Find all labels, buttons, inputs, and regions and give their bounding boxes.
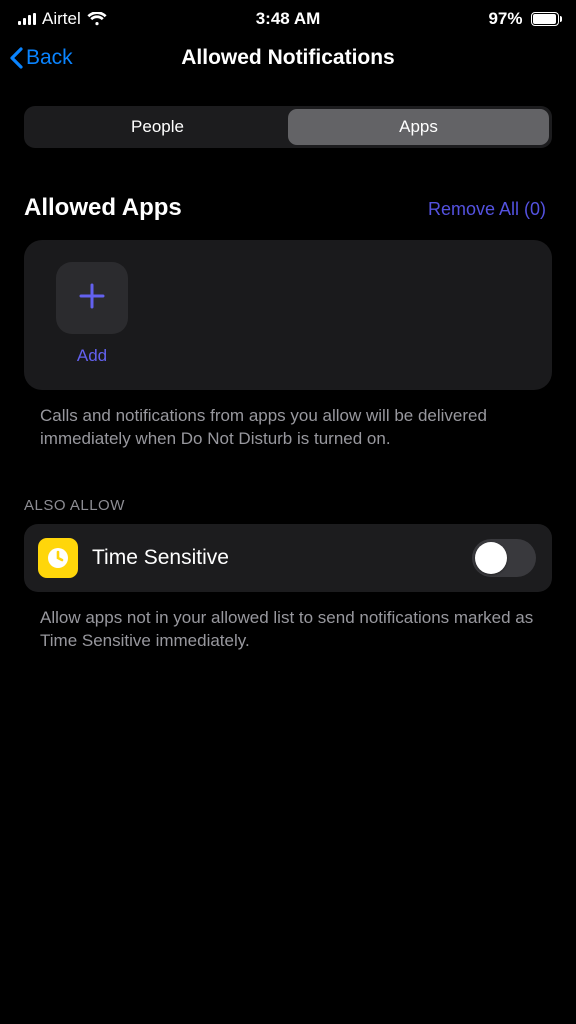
status-right: 97% <box>488 9 562 29</box>
carrier-label: Airtel <box>42 9 81 29</box>
allowed-apps-description: Calls and notifications from apps you al… <box>0 390 576 451</box>
status-bar: Airtel 3:48 AM 97% <box>0 0 576 34</box>
segmented-control: People Apps <box>24 106 552 148</box>
also-allow-header: ALSO ALLOW <box>0 451 576 524</box>
add-label: Add <box>77 346 107 366</box>
wifi-icon <box>87 12 107 26</box>
add-app-tile: Add <box>52 262 132 366</box>
status-left: Airtel <box>18 9 107 29</box>
time-sensitive-description: Allow apps not in your allowed list to s… <box>0 592 576 653</box>
clock-icon <box>38 538 78 578</box>
back-button[interactable]: Back <box>0 46 83 70</box>
time-sensitive-toggle[interactable] <box>472 539 536 577</box>
segmented-control-wrap: People Apps <box>0 82 576 148</box>
battery-percent: 97% <box>488 9 522 29</box>
segment-people[interactable]: People <box>27 109 288 145</box>
segment-people-label: People <box>131 117 184 137</box>
segment-apps-label: Apps <box>399 117 438 137</box>
time-sensitive-label: Time Sensitive <box>92 546 458 570</box>
toggle-knob <box>475 542 507 574</box>
time-sensitive-row: Time Sensitive <box>24 524 552 592</box>
plus-icon <box>75 279 109 318</box>
chevron-left-icon <box>8 46 24 70</box>
remove-all-button[interactable]: Remove All (0) <box>428 199 546 220</box>
allowed-apps-header-row: Allowed Apps Remove All (0) <box>0 148 576 232</box>
allowed-apps-title: Allowed Apps <box>24 194 182 222</box>
signal-icon <box>18 13 36 25</box>
allowed-apps-card: Add <box>24 240 552 390</box>
add-app-button[interactable] <box>56 262 128 334</box>
battery-icon <box>527 12 563 26</box>
page-title: Allowed Notifications <box>0 46 576 70</box>
back-label: Back <box>26 46 73 70</box>
nav-header: Back Allowed Notifications <box>0 34 576 82</box>
segment-apps[interactable]: Apps <box>288 109 549 145</box>
battery-fill <box>533 14 556 24</box>
